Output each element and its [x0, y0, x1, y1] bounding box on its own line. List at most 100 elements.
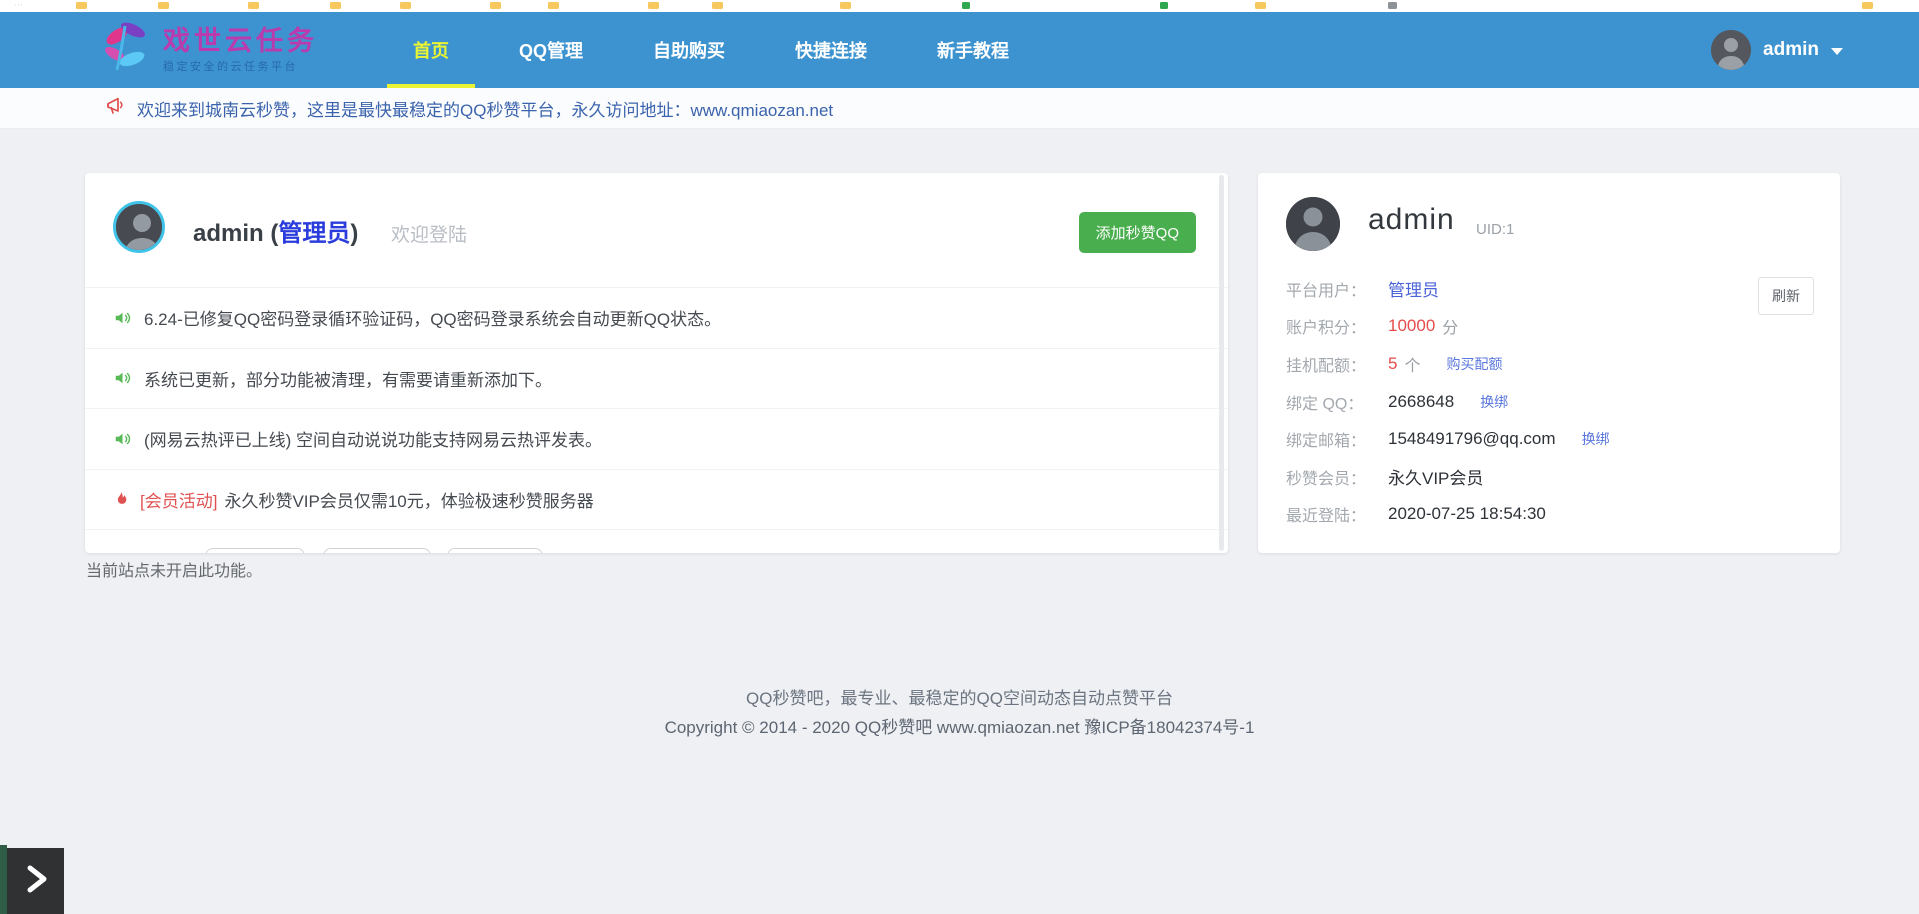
profile-row-suffix: 分	[1442, 314, 1458, 338]
panel-toggle	[0, 845, 64, 914]
profile-row-account-points: 账户积分： 10000 分	[1286, 308, 1812, 346]
bookmark-folder-icon[interactable]	[1255, 2, 1266, 9]
notice-text: 6.24-已修复QQ密码登录循环验证码，QQ密码登录系统会自动更新QQ状态。	[144, 305, 721, 330]
profile-row-label: 账户积分：	[1286, 314, 1388, 338]
notice-text: (网易云热评已上线) 空间自动说说功能支持网易云热评发表。	[144, 426, 602, 451]
bookmark-folder-icon[interactable]	[158, 2, 169, 9]
site-logo[interactable]: 戏世云任务 稳定安全的云任务平台	[95, 18, 318, 81]
footer-slogan: QQ秒赞吧，最专业、最稳定的QQ空间动态自动点赞平台	[0, 684, 1919, 713]
chevron-down-icon	[1831, 48, 1843, 55]
logo-title: 戏世云任务	[163, 26, 318, 56]
welcome-paren-close: )	[350, 220, 358, 247]
profile-row-value: 2020-07-25 18:54:30	[1388, 504, 1546, 524]
page-footer: QQ秒赞吧，最专业、最稳定的QQ空间动态自动点赞平台 Copyright © 2…	[0, 684, 1919, 743]
welcome-card-header: admin (管理员) 欢迎登陆 添加秒赞QQ	[85, 173, 1228, 288]
bookmark-folder-icon[interactable]	[1862, 2, 1873, 9]
notice-row: 系统已更新，部分功能被清理，有需要请重新添加下。	[85, 349, 1228, 410]
flame-icon	[113, 490, 128, 508]
welcome-username: admin	[193, 220, 264, 247]
bookmark-site-icon[interactable]	[1160, 2, 1168, 9]
profile-row-value: 永久VIP会员	[1388, 464, 1483, 489]
profile-row-hangup-quota: 挂机配额： 5 个 购买配额	[1286, 345, 1812, 383]
bound-qq-link[interactable]: 换绑	[1480, 392, 1508, 412]
footer-copyright: Copyright © 2014 - 2020 QQ秒赞吧 www.qmiaoz…	[0, 713, 1919, 743]
bookmark-folder-icon[interactable]	[330, 2, 341, 9]
logo-subtitle: 稳定安全的云任务平台	[163, 58, 318, 74]
profile-rows: 平台用户： 管理员 账户积分： 10000 分 挂机配额： 5 个 购买配额 绑…	[1286, 270, 1812, 533]
profile-row-value: 2668648	[1388, 392, 1454, 412]
user-avatar	[1286, 197, 1340, 251]
navbar: 戏世云任务 稳定安全的云任务平台 首页 QQ管理 自助购买 快捷连接 新手教程 admi…	[0, 12, 1919, 88]
bookmark-folder-icon[interactable]	[490, 2, 501, 9]
announcement-bar: 欢迎来到城南云秒赞，这里是最快最稳定的QQ秒赞平台，永久访问地址：www.qmi…	[0, 88, 1919, 129]
speaker-icon	[113, 430, 132, 448]
notice-row: (网易云热评已上线) 空间自动说说功能支持网易云热评发表。	[85, 409, 1228, 470]
browser-bookmarks-bar: ∙∙∙	[0, 0, 1919, 12]
bookmark-folder-icon[interactable]	[548, 2, 559, 9]
user-menu-name: admin	[1763, 39, 1819, 61]
profile-card: admin UID:1 刷新 平台用户： 管理员 账户积分： 10000 分 挂…	[1258, 173, 1840, 553]
notice-text: 系统已更新，部分功能被清理，有需要请重新添加下。	[144, 366, 552, 391]
bookmarks-overflow-dots: ∙∙∙	[14, 0, 24, 9]
bound-email-link[interactable]: 换绑	[1582, 429, 1610, 449]
notice-text: 永久秒赞VIP会员仅需10元，体验极速秒赞服务器	[224, 487, 593, 512]
nav-item-label: 新手教程	[937, 37, 1009, 63]
profile-row-value: 10000	[1388, 316, 1435, 336]
butterfly-logo-icon	[95, 18, 159, 81]
notice-tag: [会员活动]	[140, 487, 217, 512]
notice-list: 6.24-已修复QQ密码登录循环验证码，QQ密码登录系统会自动更新QQ状态。 系…	[85, 288, 1228, 530]
announcement-inner: 欢迎来到城南云秒赞，这里是最快最稳定的QQ秒赞平台，永久访问地址：www.qmi…	[105, 96, 833, 121]
expand-panel-button[interactable]	[7, 848, 64, 914]
hangup-quota-link[interactable]: 购买配额	[1446, 354, 1502, 374]
nav-item-beginner-tutorial[interactable]: 新手教程	[902, 12, 1044, 88]
bookmark-folder-icon[interactable]	[648, 2, 659, 9]
nav-item-qq-manage[interactable]: QQ管理	[484, 12, 618, 88]
profile-row-label: 秒赞会员：	[1286, 465, 1388, 489]
nav-item-label: 首页	[413, 37, 449, 63]
profile-row-label: 挂机配额：	[1286, 352, 1388, 376]
user-avatar	[1711, 30, 1751, 70]
megaphone-icon	[105, 96, 126, 120]
welcome-greeting: 欢迎登陆	[391, 225, 467, 246]
nav-item-quick-links[interactable]: 快捷连接	[760, 12, 902, 88]
nav-item-label: QQ管理	[519, 37, 583, 63]
profile-row-label: 最近登陆：	[1286, 502, 1388, 526]
speaker-icon	[113, 309, 132, 327]
profile-row-vip-level: 秒赞会员： 永久VIP会员	[1286, 458, 1812, 496]
card-scrollbar[interactable]	[1219, 175, 1224, 551]
bookmark-site-icon[interactable]	[1388, 2, 1397, 9]
bookmark-folder-icon[interactable]	[400, 2, 411, 9]
add-miaozan-qq-button[interactable]: 添加秒赞QQ	[1079, 212, 1196, 253]
notice-row: 6.24-已修复QQ密码登录循环验证码，QQ密码登录系统会自动更新QQ状态。	[85, 288, 1228, 349]
bookmark-folder-icon[interactable]	[712, 2, 723, 9]
welcome-card: admin (管理员) 欢迎登陆 添加秒赞QQ 6.24-已修复QQ密码登录循环…	[85, 173, 1228, 553]
bookmark-folder-icon[interactable]	[840, 2, 851, 9]
profile-row-bound-email: 绑定邮箱： 1548491796@qq.com 换绑	[1286, 420, 1812, 458]
user-menu[interactable]: admin	[1711, 12, 1843, 88]
clipped-button[interactable]	[323, 548, 431, 553]
nav-item-label: 自助购买	[653, 37, 725, 63]
profile-row-last-login: 最近登陆： 2020-07-25 18:54:30	[1286, 496, 1812, 534]
bookmark-site-icon[interactable]	[962, 2, 970, 9]
nav-item-self-purchase[interactable]: 自助购买	[618, 12, 760, 88]
speaker-icon	[113, 369, 132, 387]
nav-item-home[interactable]: 首页	[378, 12, 484, 88]
nav-items: 首页 QQ管理 自助购买 快捷连接 新手教程	[378, 12, 1044, 88]
profile-row-suffix: 个	[1404, 352, 1420, 376]
profile-row-bound-qq: 绑定 QQ： 2668648 换绑	[1286, 383, 1812, 421]
profile-row-label: 平台用户：	[1286, 277, 1388, 301]
chevron-right-icon	[19, 859, 53, 904]
user-avatar	[113, 201, 165, 253]
welcome-role: 管理员	[278, 220, 350, 247]
bookmark-folder-icon[interactable]	[248, 2, 259, 9]
profile-row-value: 管理员	[1388, 276, 1439, 301]
logo-text: 戏世云任务 稳定安全的云任务平台	[163, 26, 318, 74]
panel-toggle-strip	[0, 845, 7, 914]
bookmark-folder-icon[interactable]	[76, 2, 87, 9]
profile-row-platform-user: 平台用户： 管理员	[1286, 270, 1812, 308]
profile-row-value: 1548491796@qq.com	[1388, 429, 1556, 449]
clipped-button[interactable]	[447, 548, 543, 553]
announcement-text: 欢迎来到城南云秒赞，这里是最快最稳定的QQ秒赞平台，永久访问地址：www.qmi…	[137, 96, 833, 121]
welcome-title: admin (管理员) 欢迎登陆	[193, 213, 467, 248]
clipped-button[interactable]	[205, 548, 305, 553]
